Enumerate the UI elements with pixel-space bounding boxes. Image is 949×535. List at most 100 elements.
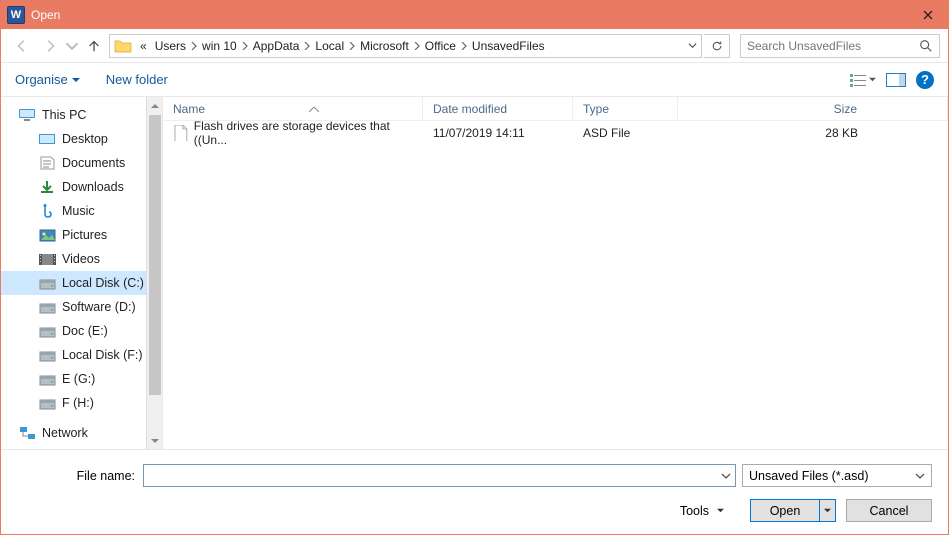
forward-button[interactable] [37, 34, 63, 58]
tree-item-icon [39, 180, 56, 194]
titlebar: W Open [1, 1, 948, 29]
tree-item[interactable]: Documents [1, 151, 162, 175]
nav-row: «Users win 10 AppData Local Microsoft Office U… [1, 29, 948, 63]
tree-item[interactable]: Local Disk (F:) [1, 343, 162, 367]
organise-menu[interactable]: Organise [15, 72, 80, 87]
chevron-down-icon [65, 39, 79, 53]
chevron-right-icon [413, 39, 421, 53]
tree-item[interactable]: Downloads [1, 175, 162, 199]
preview-pane-icon [886, 73, 906, 87]
breadcrumb-overflow[interactable]: « [136, 39, 151, 53]
column-size[interactable]: Size [678, 97, 948, 120]
view-options-button[interactable] [849, 73, 876, 87]
breadcrumb-segment[interactable]: AppData [249, 39, 304, 53]
help-button[interactable]: ? [916, 71, 934, 89]
column-date[interactable]: Date modified [423, 97, 573, 120]
chevron-down-icon [869, 76, 876, 83]
breadcrumb-dropdown[interactable] [683, 41, 701, 50]
close-icon [923, 10, 933, 20]
window-title: Open [31, 8, 908, 22]
tree-item-icon [39, 300, 56, 314]
chevron-down-icon [721, 471, 731, 481]
column-name[interactable]: Name [163, 97, 423, 120]
arrow-right-icon [43, 39, 57, 53]
breadcrumb-segment[interactable]: Microsoft [356, 39, 413, 53]
chevron-down-icon [915, 471, 925, 481]
tree-item[interactable]: Software (D:) [1, 295, 162, 319]
open-split-button[interactable] [819, 500, 835, 521]
tree-item[interactable]: Videos [1, 247, 162, 271]
tree-item-icon [39, 348, 56, 362]
chevron-down-icon [72, 76, 80, 84]
footer: File name: Unsaved Files (*.asd) Tools O… [1, 449, 948, 534]
filetype-combo[interactable]: Unsaved Files (*.asd) [742, 464, 932, 487]
body: This PCDesktopDocumentsDownloadsMusicPic… [1, 97, 948, 449]
new-folder-button[interactable]: New folder [106, 72, 168, 87]
toolbar: Organise New folder ? [1, 63, 948, 97]
tree-scrollbar[interactable] [146, 97, 162, 449]
tree-item-icon [39, 372, 56, 386]
chevron-right-icon [348, 39, 356, 53]
scroll-down-icon[interactable] [147, 432, 163, 449]
tree-item[interactable]: Pictures [1, 223, 162, 247]
word-icon: W [7, 6, 25, 24]
breadcrumb-segment[interactable]: Users [151, 39, 190, 53]
tree-item-icon [39, 396, 56, 410]
back-button[interactable] [9, 34, 35, 58]
chevron-right-icon [241, 39, 249, 53]
chevron-down-icon [688, 41, 697, 50]
filename-combo[interactable] [143, 464, 736, 487]
chevron-right-icon [190, 39, 198, 53]
open-dialog: W Open «Users win 10 AppData Local Microsoft… [0, 0, 949, 535]
column-type[interactable]: Type [573, 97, 678, 120]
refresh-button[interactable] [704, 34, 730, 58]
column-headers[interactable]: Name Date modified Type Size [163, 97, 948, 121]
preview-pane-button[interactable] [886, 73, 906, 87]
recent-dropdown[interactable] [65, 34, 79, 58]
tree-item-icon [39, 204, 56, 218]
tree-item-icon [39, 156, 56, 170]
search-box[interactable] [740, 34, 940, 58]
tree-item-icon [39, 252, 56, 266]
search-icon [919, 39, 933, 53]
tree-item-icon [39, 324, 56, 338]
chevron-right-icon [460, 39, 468, 53]
tree-item[interactable]: Doc (E:) [1, 319, 162, 343]
tree-network[interactable]: Network [1, 421, 162, 445]
file-row[interactable]: Flash drives are storage devices that ((… [163, 121, 948, 145]
scroll-up-icon[interactable] [147, 97, 163, 114]
tree-this-pc[interactable]: This PC [1, 103, 162, 127]
organise-label: Organise [15, 72, 68, 87]
chevron-down-icon [717, 507, 724, 514]
breadcrumb-bar[interactable]: «Users win 10 AppData Local Microsoft Office U… [109, 34, 702, 58]
chevron-down-icon [824, 507, 831, 514]
tree-item[interactable]: Local Disk (C:) [1, 271, 162, 295]
refresh-icon [711, 40, 723, 52]
tools-menu[interactable]: Tools [680, 504, 724, 518]
file-icon [173, 125, 188, 142]
chevron-right-icon [303, 39, 311, 53]
tree-item[interactable]: F (H:) [1, 391, 162, 415]
filename-label: File name: [71, 469, 135, 483]
open-button[interactable]: Open [750, 499, 836, 522]
tree-item-icon [39, 228, 56, 242]
view-details-icon [849, 73, 867, 87]
close-button[interactable] [908, 1, 948, 29]
tree-item-icon [39, 276, 56, 290]
folder-icon [114, 37, 132, 55]
cancel-button[interactable]: Cancel [846, 499, 932, 522]
search-input[interactable] [747, 39, 919, 53]
tree-item[interactable]: E (G:) [1, 367, 162, 391]
nav-tree[interactable]: This PCDesktopDocumentsDownloadsMusicPic… [1, 97, 163, 449]
scroll-thumb[interactable] [149, 115, 161, 395]
breadcrumb-segment[interactable]: Office [421, 39, 460, 53]
breadcrumb-segment[interactable]: Local [311, 39, 348, 53]
arrow-up-icon [87, 39, 101, 53]
breadcrumb-segment[interactable]: UnsavedFiles [468, 39, 549, 53]
breadcrumb-segment[interactable]: win 10 [198, 39, 241, 53]
tree-item[interactable]: Music [1, 199, 162, 223]
network-icon [19, 426, 36, 440]
tree-item[interactable]: Desktop [1, 127, 162, 151]
file-list[interactable]: Name Date modified Type Size Flash drive… [163, 97, 948, 449]
up-button[interactable] [81, 34, 107, 58]
